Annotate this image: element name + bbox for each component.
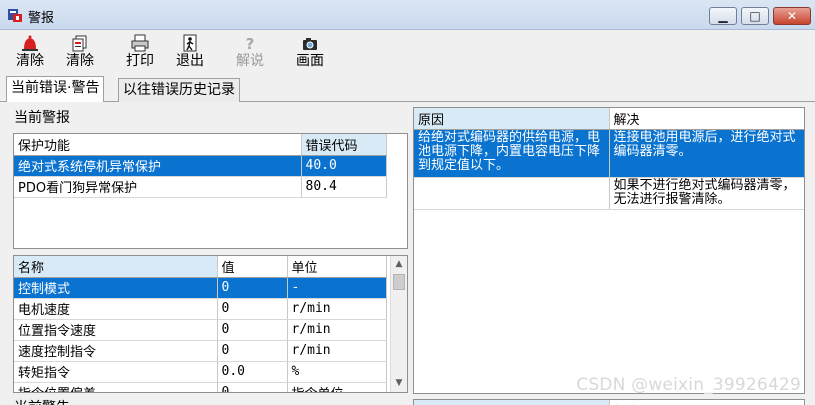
table-row[interactable]: 转矩指令 0.0 %	[14, 361, 387, 383]
title-bar: 警报 ▁ □ ✕	[0, 0, 815, 30]
monitor-table: 名称 值 单位 控制模式 0 - 电机速度 0 r/min 位置指令速度 0 r…	[13, 255, 408, 393]
printer-icon	[131, 34, 149, 52]
table-row[interactable]: 控制模式 0 -	[14, 277, 387, 299]
tab-current-errors[interactable]: 当前错误·警告	[6, 76, 105, 102]
monitor-value-cell: 0	[217, 298, 288, 320]
alarm-table: 保护功能 错误代码 绝对式系统停机异常保护 40.0 PDO看门狗异常保护 80…	[13, 133, 408, 249]
monitor-unit-cell: %	[287, 361, 387, 383]
column-header-name[interactable]: 名称	[14, 256, 218, 278]
explain-label: 解说	[236, 53, 264, 69]
camera-icon	[303, 38, 317, 50]
scroll-up-icon[interactable]: ▲	[391, 256, 407, 273]
solution-cell: 连接电池用电源后，进行绝对式编码器清零。	[609, 129, 804, 178]
cause-cell: 给绝对式编码器的供给电源，电池电源下降，内置电容电压下降到规定值以下。	[414, 129, 610, 178]
warning-cause-table: 原因 解决	[413, 399, 805, 405]
toolbar: 清除 清除 打印 退出 ? 解说 画面	[0, 30, 815, 74]
monitor-unit-cell: 指令单位	[287, 382, 387, 392]
exit-button[interactable]: 退出	[170, 34, 210, 72]
table-row[interactable]: 速度控制指令 0 r/min	[14, 340, 387, 362]
column-header-protection[interactable]: 保护功能	[14, 134, 302, 156]
maximize-icon: □	[749, 9, 761, 23]
help-question-icon: ?	[246, 35, 255, 52]
tab-error-history[interactable]: 以往错误历史记录	[118, 78, 240, 102]
clear-history-label: 清除	[66, 53, 94, 69]
monitor-name-cell: 转矩指令	[14, 361, 218, 383]
print-label: 打印	[126, 53, 154, 69]
monitor-value-cell: 0	[217, 277, 288, 299]
maximize-button[interactable]: □	[741, 7, 769, 25]
minimize-button[interactable]: ▁	[709, 7, 737, 25]
table-row[interactable]: 位置指令速度 0 r/min	[14, 319, 387, 341]
monitor-unit-cell: r/min	[287, 340, 387, 362]
window-title: 警报	[28, 11, 55, 26]
alarm-window-icon	[8, 9, 22, 22]
column-header-error-code[interactable]: 错误代码	[301, 134, 387, 156]
column-header-cause[interactable]: 原因	[414, 108, 610, 130]
table-row[interactable]: 给绝对式编码器的供给电源，电池电源下降，内置电容电压下降到规定值以下。 连接电池…	[414, 129, 804, 178]
watermark-text: CSDN @weixin_39926429	[576, 375, 801, 395]
table-row[interactable]: PDO看门狗异常保护 80.4	[14, 176, 387, 198]
monitor-unit-cell: -	[287, 277, 387, 299]
cause-cell	[414, 177, 610, 210]
column-header-unit[interactable]: 单位	[287, 256, 387, 278]
screen-button[interactable]: 画面	[290, 34, 330, 72]
alarm-code-cell: 40.0	[301, 155, 387, 177]
clear-alarm-button[interactable]: 清除	[10, 34, 50, 72]
scroll-down-icon[interactable]: ▼	[391, 375, 407, 392]
alarm-name-cell: 绝对式系统停机异常保护	[14, 155, 302, 177]
clear-alarm-label: 清除	[16, 53, 44, 69]
column-header-solution[interactable]: 解决	[609, 400, 804, 405]
scroll-thumb[interactable]	[393, 274, 405, 290]
column-header-cause[interactable]: 原因	[414, 400, 610, 405]
table-row[interactable]: 指令位置偏差 0 指令单位	[14, 382, 387, 392]
table-row[interactable]: 绝对式系统停机异常保护 40.0	[14, 155, 387, 177]
current-alarm-label: 当前警报	[14, 110, 70, 126]
monitor-name-cell: 速度控制指令	[14, 340, 218, 362]
minimize-icon: ▁	[718, 9, 728, 23]
alarm-name-cell: PDO看门狗异常保护	[14, 176, 302, 198]
monitor-name-cell: 位置指令速度	[14, 319, 218, 341]
monitor-scrollbar[interactable]: ▲ ▼	[390, 256, 407, 392]
explain-button[interactable]: ? 解说	[230, 34, 270, 72]
alarm-code-cell: 80.4	[301, 176, 387, 198]
cause-solution-table: 原因 解决 给绝对式编码器的供给电源，电池电源下降，内置电容电压下降到规定值以下…	[413, 107, 805, 394]
table-row[interactable]: 电机速度 0 r/min	[14, 298, 387, 320]
column-header-solution[interactable]: 解决	[609, 108, 804, 130]
monitor-name-cell: 控制模式	[14, 277, 218, 299]
red-alarm-icon	[22, 35, 38, 51]
current-warning-label: 当前警告	[14, 397, 70, 405]
exit-label: 退出	[176, 53, 204, 69]
column-header-value[interactable]: 值	[217, 256, 288, 278]
clear-history-icon	[72, 35, 87, 52]
svg-text:?: ?	[246, 35, 255, 52]
clear-history-button[interactable]: 清除	[60, 34, 100, 72]
close-button[interactable]: ✕	[773, 7, 811, 25]
monitor-unit-cell: r/min	[287, 319, 387, 341]
monitor-value-cell: 0.0	[217, 361, 288, 383]
monitor-value-cell: 0	[217, 340, 288, 362]
print-button[interactable]: 打印	[120, 34, 160, 72]
close-icon: ✕	[786, 9, 798, 23]
monitor-value-cell: 0	[217, 319, 288, 341]
exit-door-icon	[183, 34, 197, 52]
monitor-name-cell: 指令位置偏差	[14, 382, 218, 392]
monitor-value-cell: 0	[217, 382, 288, 392]
monitor-name-cell: 电机速度	[14, 298, 218, 320]
table-row[interactable]: 如果不进行绝对式编码器清零，无法进行报警清除。	[414, 177, 804, 210]
monitor-unit-cell: r/min	[287, 298, 387, 320]
solution-cell: 如果不进行绝对式编码器清零，无法进行报警清除。	[609, 177, 804, 210]
screen-label: 画面	[296, 53, 324, 69]
